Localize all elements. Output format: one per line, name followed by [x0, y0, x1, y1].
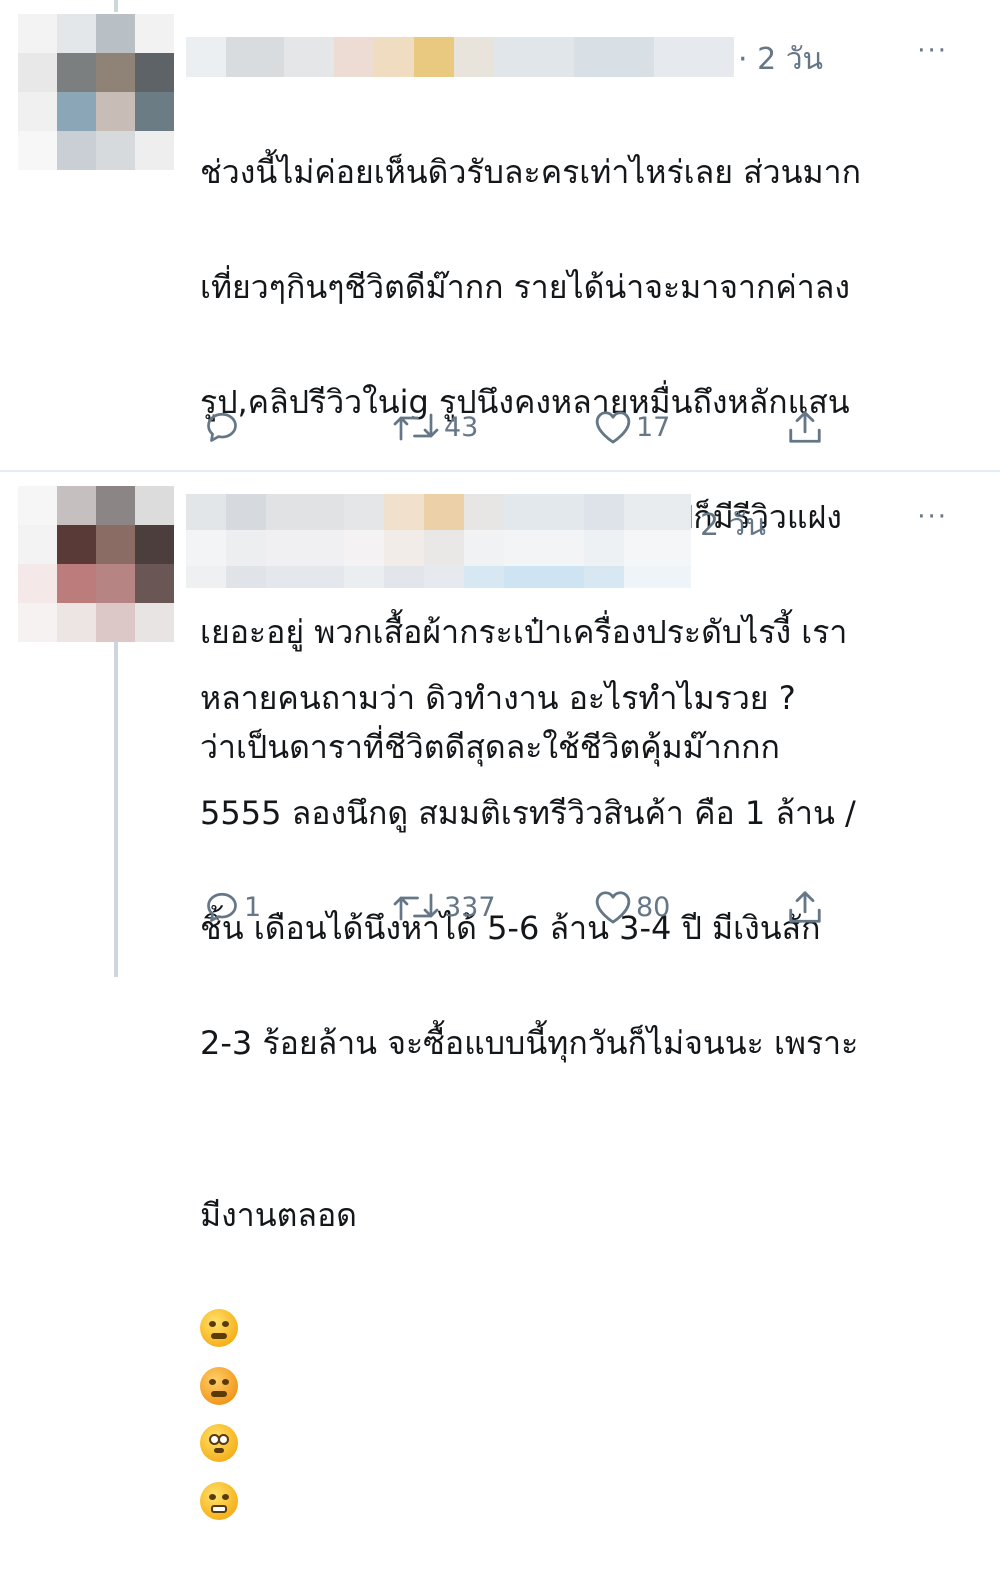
- retweet-count: 337: [444, 891, 496, 923]
- like-count: 80: [636, 891, 671, 923]
- tweet-text-line: หลายคนถามว่า ดิวทำงาน อะไรทำไมรวย ?: [200, 678, 796, 717]
- retweet-icon: [392, 409, 440, 445]
- heart-icon: [594, 409, 632, 445]
- tweet-actions: 43 17: [200, 402, 840, 452]
- like-count: 17: [636, 411, 671, 443]
- tweet-text-line: เที่ยวๆกินๆชีวิตดีม๊ากก รายได้น่าจะมาจาก…: [200, 267, 850, 306]
- avatar[interactable]: [18, 486, 174, 642]
- reply-count: 1: [244, 891, 262, 923]
- more-options-icon[interactable]: ···: [917, 502, 948, 532]
- reply-button[interactable]: 1: [204, 882, 261, 932]
- user-name-blurred[interactable]: [186, 37, 734, 77]
- heart-icon: [594, 889, 632, 925]
- retweet-icon: [392, 889, 440, 925]
- tweet-1[interactable]: · 2 วัน ··· ช่วงนี้ไม่ค่อยเห็นดิวรับละคร…: [0, 0, 1000, 766]
- share-button[interactable]: [786, 402, 824, 452]
- share-icon: [786, 408, 824, 446]
- tweet-text: หลายคนถามว่า ดิวทำงาน อะไรทำไมรวย ? 5555…: [200, 612, 858, 1590]
- more-options-icon[interactable]: ···: [917, 36, 948, 66]
- reply-icon: [204, 409, 240, 445]
- reply-icon: [204, 889, 240, 925]
- tweet-text-line: มีงานตลอด: [200, 1196, 357, 1234]
- reply-button[interactable]: [204, 402, 244, 452]
- tweet-text-line: 2-3 ร้อยล้าน จะซื้อแบบนี้ทุกวันก็ไม่จนนะ…: [200, 1023, 859, 1062]
- tweet-text-line: ช่วงนี้ไม่ค่อยเห็นดิวรับละครเท่าไหร่เลย …: [200, 152, 861, 191]
- tweet-text-line-last: มีงานตลอด: [200, 1130, 858, 1533]
- tweet-time[interactable]: · 2 วัน: [738, 36, 823, 83]
- weary-face-emoji: [200, 1309, 238, 1347]
- tweet-2[interactable]: 2 วัน ··· หลายคนถามว่า ดิวทำงาน อะไรทำไม…: [0, 472, 1000, 1520]
- share-icon: [786, 888, 824, 926]
- retweet-button[interactable]: 43: [392, 402, 478, 452]
- tweet-time[interactable]: 2 วัน: [700, 502, 766, 549]
- steam-from-nose-emoji: [200, 1481, 238, 1520]
- retweet-button[interactable]: 337: [392, 882, 496, 932]
- share-button[interactable]: [786, 882, 824, 932]
- tweet-text-line: 5555 ลองนึกดู สมมติเรทรีวิวสินค้า คือ 1 …: [200, 793, 856, 832]
- angry-face-emoji: [200, 1366, 238, 1405]
- avatar[interactable]: [18, 14, 174, 170]
- tweet-actions: 1 337 80: [200, 882, 840, 932]
- like-button[interactable]: 80: [594, 882, 670, 932]
- flushed-face-emoji: [200, 1424, 238, 1462]
- user-name-blurred[interactable]: [186, 494, 691, 588]
- like-button[interactable]: 17: [594, 402, 670, 452]
- retweet-count: 43: [444, 411, 479, 443]
